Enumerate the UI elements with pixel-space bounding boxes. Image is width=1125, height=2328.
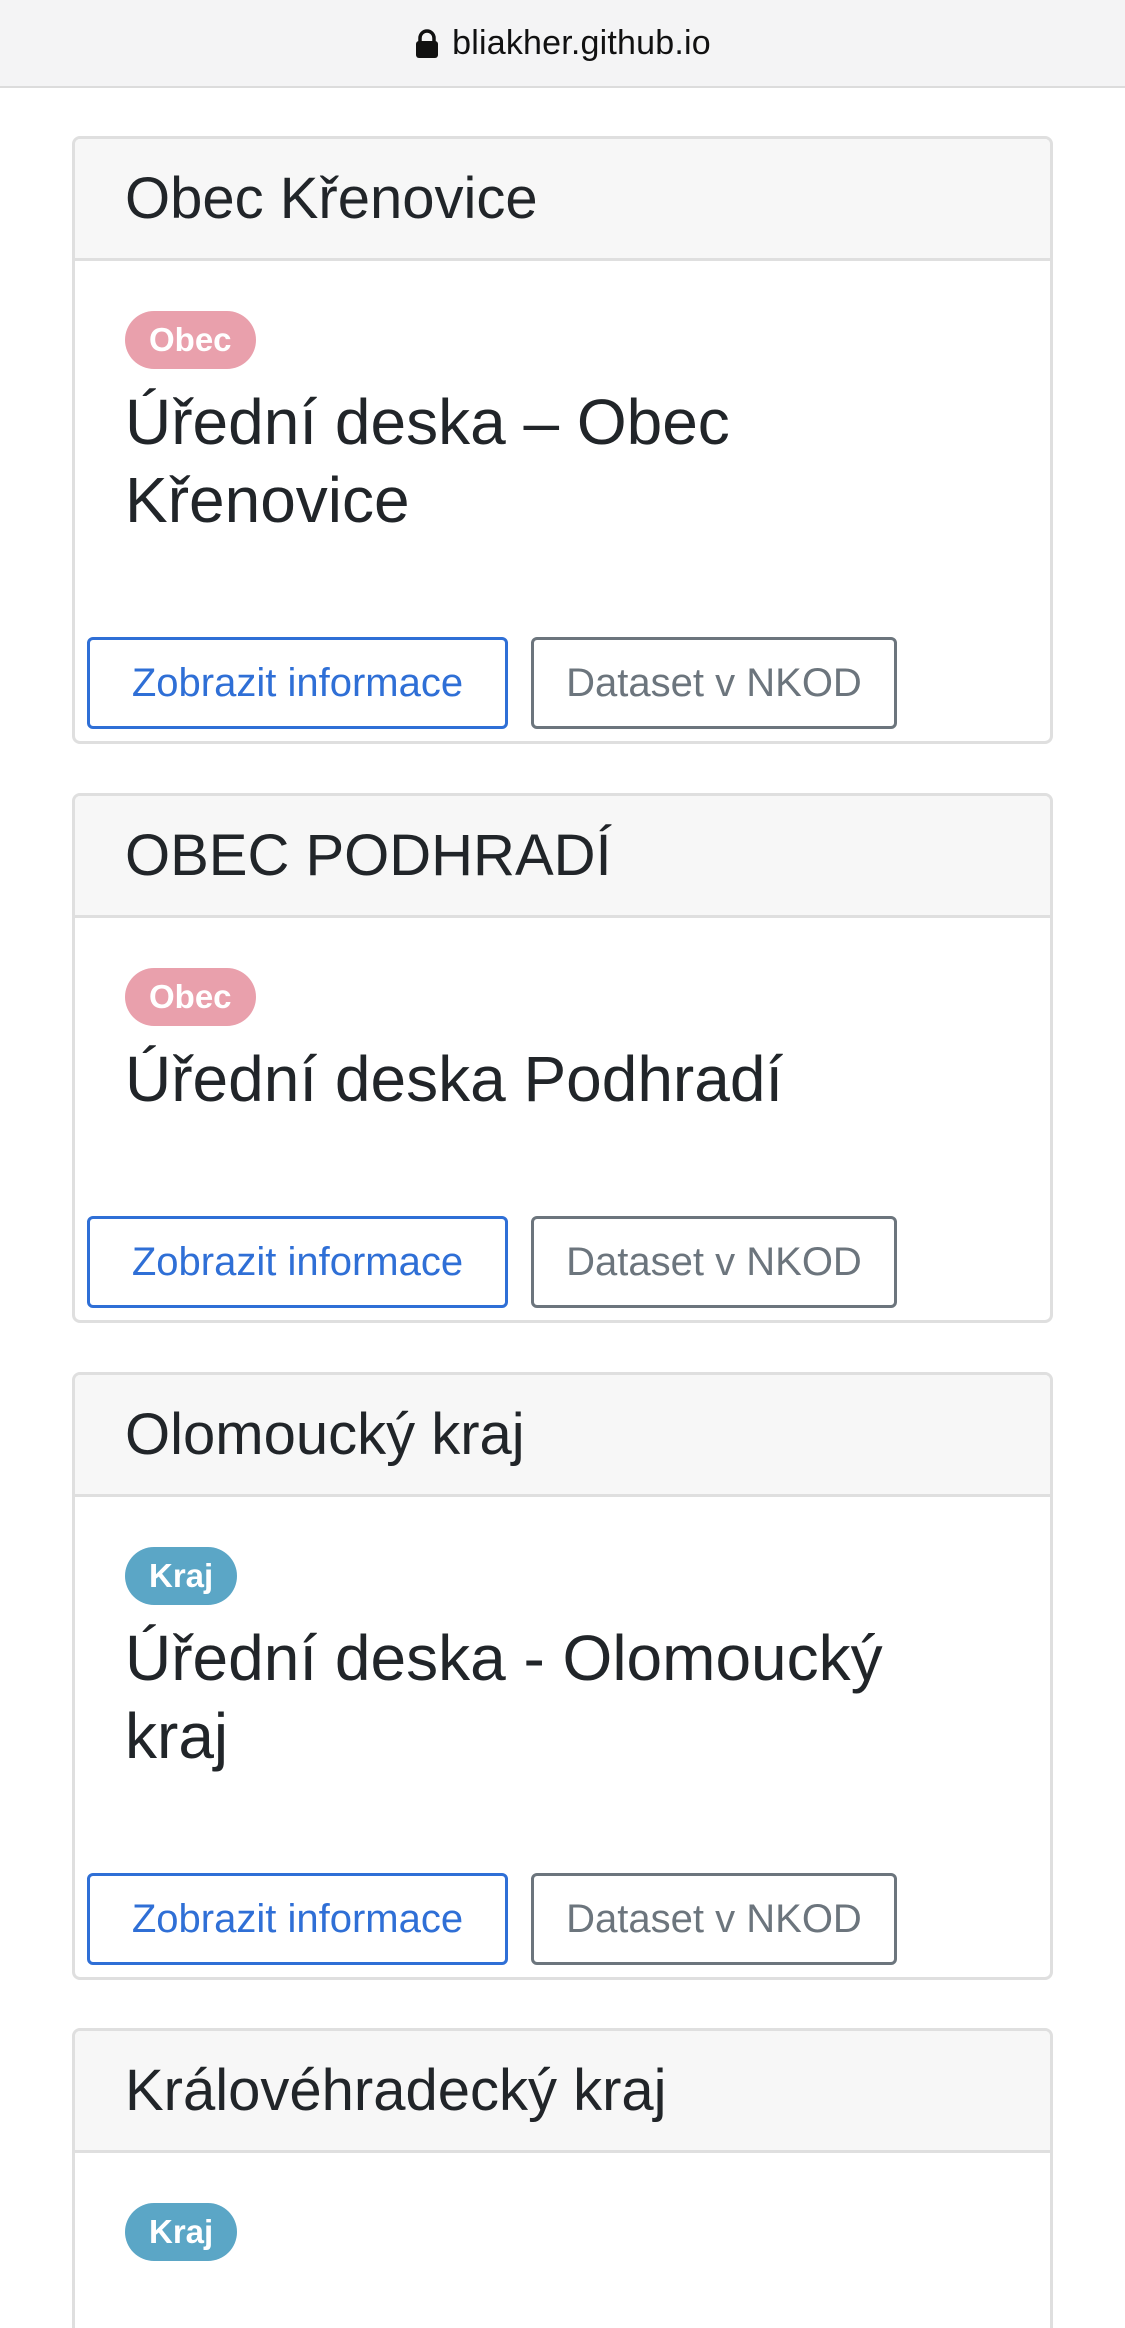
card-body: Obec Úřední deska Podhradí xyxy=(75,918,1050,1118)
card-header: OBEC PODHRADÍ xyxy=(75,796,1050,918)
type-badge: Kraj xyxy=(125,1547,238,1605)
nkod-dataset-button[interactable]: Dataset v NKOD xyxy=(531,1216,897,1308)
show-info-button[interactable]: Zobrazit informace xyxy=(87,637,508,729)
url-text: bliakher.github.io xyxy=(452,23,711,62)
dataset-card: Královéhradecký kraj Kraj xyxy=(72,2028,1053,2328)
dataset-card: Obec Křenovice Obec Úřední deska – Obec … xyxy=(72,136,1053,744)
card-body: Obec Úřední deska – Obec Křenovice xyxy=(75,261,1050,539)
type-badge: Kraj xyxy=(125,2203,238,2261)
type-badge: Obec xyxy=(125,311,256,369)
browser-url-bar[interactable]: bliakher.github.io xyxy=(0,0,1125,88)
show-info-button[interactable]: Zobrazit informace xyxy=(87,1873,508,1965)
card-title: Úřední deska - Olomoucký kraj xyxy=(125,1622,883,1772)
dataset-card: Olomoucký kraj Kraj Úřední deska - Olomo… xyxy=(72,1372,1053,1980)
dataset-card: OBEC PODHRADÍ Obec Úřední deska Podhradí… xyxy=(72,793,1053,1323)
card-title: Úřední deska – Obec Křenovice xyxy=(125,386,730,536)
card-header: Olomoucký kraj xyxy=(75,1375,1050,1497)
nkod-dataset-button[interactable]: Dataset v NKOD xyxy=(531,1873,897,1965)
lock-icon xyxy=(416,29,439,58)
type-badge: Obec xyxy=(125,968,256,1026)
card-title: Úřední deska Podhradí xyxy=(125,1043,784,1115)
card-body: Kraj Úřední deska - Olomoucký kraj xyxy=(75,1497,1050,1775)
nkod-dataset-button[interactable]: Dataset v NKOD xyxy=(531,637,897,729)
show-info-button[interactable]: Zobrazit informace xyxy=(87,1216,508,1308)
card-header: Obec Křenovice xyxy=(75,139,1050,261)
card-header: Královéhradecký kraj xyxy=(75,2031,1050,2153)
card-body: Kraj xyxy=(75,2153,1050,2261)
